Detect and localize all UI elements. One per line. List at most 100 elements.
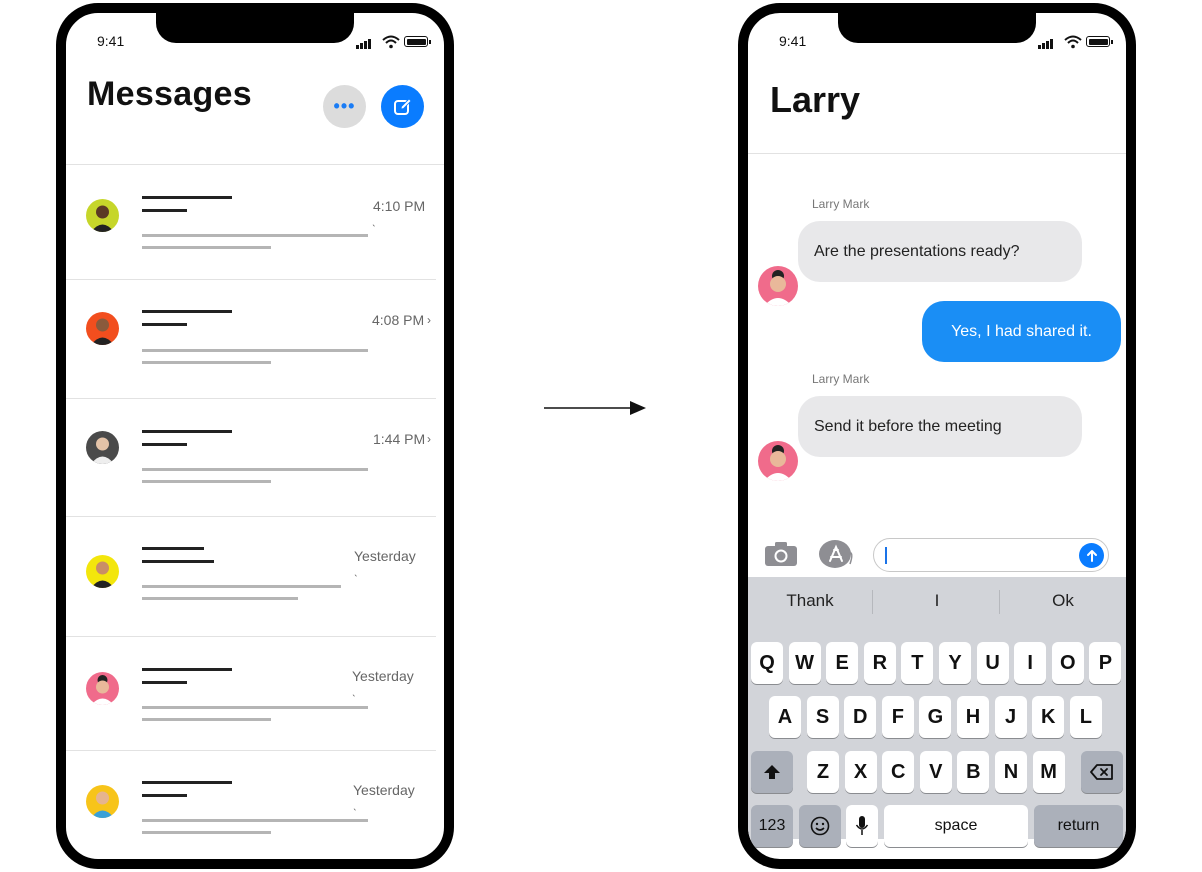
key-n[interactable]: N xyxy=(995,751,1027,793)
preview-placeholder xyxy=(142,468,368,471)
name-placeholder xyxy=(142,547,204,550)
page-title: Messages xyxy=(87,75,252,113)
key-a[interactable]: A xyxy=(769,696,801,738)
person-icon xyxy=(91,675,114,705)
cellular-signal-icon xyxy=(356,45,359,49)
name-placeholder xyxy=(142,196,232,199)
cellular-bar xyxy=(1042,43,1045,49)
key-z[interactable]: Z xyxy=(807,751,839,793)
suggestion-item[interactable]: Ok xyxy=(1003,591,1123,611)
key-o[interactable]: O xyxy=(1051,642,1084,684)
return-key[interactable]: return xyxy=(1034,805,1123,847)
shift-icon xyxy=(764,765,780,779)
key-l[interactable]: L xyxy=(1069,696,1102,738)
status-icons xyxy=(1038,35,1116,49)
space-key[interactable]: space xyxy=(884,805,1028,847)
arrow-up-icon xyxy=(1086,549,1097,562)
conversation-row[interactable]: Yesterday ˎ xyxy=(66,637,436,751)
more-options-button[interactable]: ••• xyxy=(323,85,366,128)
key-b[interactable]: B xyxy=(957,751,990,793)
compose-button[interactable] xyxy=(381,85,424,128)
key-r[interactable]: R xyxy=(863,642,896,684)
name-placeholder xyxy=(142,310,232,313)
emoji-key[interactable] xyxy=(799,805,841,847)
suggestion-divider xyxy=(999,590,1000,614)
cellular-bar xyxy=(364,41,367,49)
outgoing-message-bubble[interactable]: Yes, I had shared it. xyxy=(922,301,1121,362)
preview-placeholder xyxy=(142,361,271,364)
send-button[interactable] xyxy=(1079,543,1104,568)
chevron-right-icon: ˎ xyxy=(353,797,357,811)
key-h[interactable]: H xyxy=(957,696,989,738)
key-x[interactable]: X xyxy=(844,751,877,793)
person-icon xyxy=(91,791,114,818)
name-placeholder xyxy=(142,560,214,563)
status-time: 9:41 xyxy=(97,33,125,49)
conversation-time: Yesterday xyxy=(352,668,414,684)
key-c[interactable]: C xyxy=(882,751,915,793)
ellipsis-icon: ••• xyxy=(333,96,356,116)
key-p[interactable]: P xyxy=(1089,642,1122,684)
conversation-row[interactable]: Yesterday ˎ xyxy=(66,751,436,859)
chevron-right-icon: › xyxy=(427,432,431,446)
battery-icon xyxy=(404,36,428,47)
incoming-message-bubble[interactable]: Are the presentations ready? xyxy=(798,221,1082,282)
backspace-icon xyxy=(1090,764,1113,780)
conversation-row[interactable]: 4:08 PM › xyxy=(66,280,436,399)
suggestion-item[interactable]: I xyxy=(877,591,997,611)
conversation-time: 1:44 PM xyxy=(373,431,426,447)
key-d[interactable]: D xyxy=(844,696,877,738)
name-placeholder xyxy=(142,681,187,684)
key-g[interactable]: G xyxy=(919,696,952,738)
text-caret xyxy=(885,547,887,564)
person-icon xyxy=(91,561,114,588)
message-input[interactable] xyxy=(873,538,1109,572)
key-i[interactable]: I xyxy=(1014,642,1047,684)
conversation-time: 4:10 PM xyxy=(373,198,426,214)
preview-placeholder xyxy=(142,718,271,721)
key-j[interactable]: J xyxy=(994,696,1027,738)
notch xyxy=(838,13,1036,43)
preview-placeholder xyxy=(142,831,271,834)
key-s[interactable]: S xyxy=(806,696,839,738)
name-placeholder xyxy=(142,668,232,671)
key-v[interactable]: V xyxy=(919,751,952,793)
key-f[interactable]: F xyxy=(881,696,914,738)
wifi-icon xyxy=(1064,35,1082,49)
compose-icon xyxy=(393,97,412,115)
conversation-row[interactable]: 1:44 PM › xyxy=(66,399,436,517)
microphone-key[interactable] xyxy=(846,805,878,847)
backspace-key[interactable] xyxy=(1081,751,1123,793)
avatar xyxy=(86,785,119,818)
cellular-signal-icon xyxy=(1038,45,1041,49)
key-m[interactable]: M xyxy=(1032,751,1065,793)
keyboard: Thank I Ok QWERTYUIOP ASDFGHJKL ZXCVBNM … xyxy=(748,577,1126,847)
preview-placeholder xyxy=(142,597,298,600)
shift-key[interactable] xyxy=(751,751,793,793)
suggestion-item[interactable]: Thank xyxy=(750,591,870,611)
avatar xyxy=(86,312,119,345)
key-u[interactable]: U xyxy=(976,642,1009,684)
conversation-row[interactable]: 4:10 PM ˎ xyxy=(66,165,436,280)
message-text: Are the presentations ready? xyxy=(814,242,1020,260)
key-w[interactable]: W xyxy=(788,642,821,684)
avatar xyxy=(758,266,798,306)
conversation-time: Yesterday xyxy=(354,548,416,564)
numbers-key[interactable]: 123 xyxy=(751,805,793,847)
conversation-row[interactable]: Yesterday ˎ xyxy=(66,517,436,637)
name-placeholder xyxy=(142,781,232,784)
app-store-icon[interactable] xyxy=(818,539,854,569)
cellular-bar xyxy=(1050,39,1053,49)
camera-icon[interactable] xyxy=(764,541,798,567)
key-t[interactable]: T xyxy=(901,642,934,684)
incoming-message-bubble[interactable]: Send it before the meeting xyxy=(798,396,1082,457)
key-k[interactable]: K xyxy=(1032,696,1065,738)
person-icon xyxy=(91,205,114,232)
cellular-bar xyxy=(360,43,363,49)
person-icon xyxy=(91,318,114,345)
key-q[interactable]: Q xyxy=(751,642,783,684)
status-time: 9:41 xyxy=(779,33,807,49)
key-e[interactable]: E xyxy=(826,642,859,684)
emoji-icon xyxy=(810,816,830,836)
key-y[interactable]: Y xyxy=(939,642,971,684)
